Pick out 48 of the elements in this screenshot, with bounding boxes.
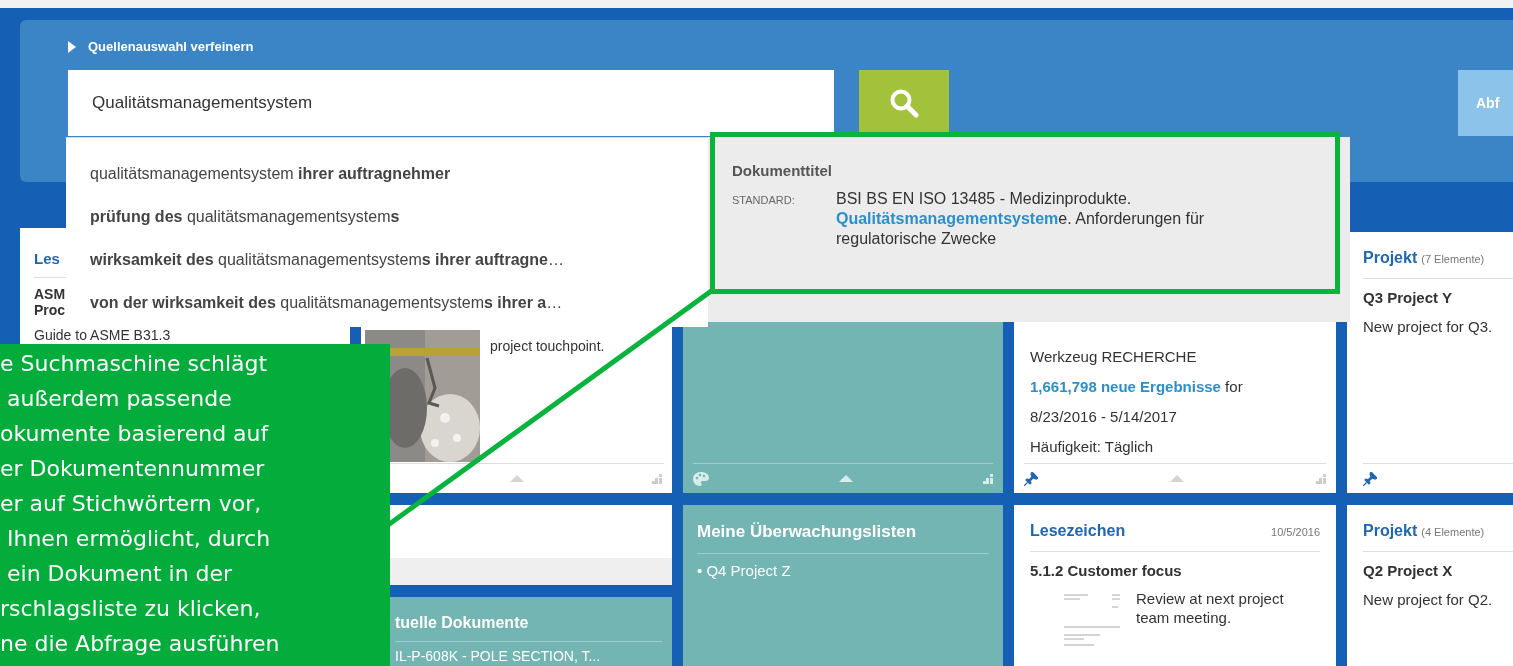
pin-icon[interactable]: [1363, 471, 1377, 486]
collapse-icon[interactable]: [839, 475, 853, 482]
collapse-icon[interactable]: [1170, 475, 1184, 482]
callout-text: okumente basierend auf: [0, 420, 270, 448]
suggestion-item[interactable]: von der wirksamkeit des qualitätsmanagementsystems ihrer a…: [90, 291, 708, 315]
resize-grip-icon[interactable]: [1316, 473, 1326, 484]
project-description: New project for Q3.: [1363, 316, 1494, 337]
suggestion-item[interactable]: prüfung des qualitätsmanagementsystems: [90, 205, 708, 229]
callout-text: e Suchmaschine schlägt: [0, 350, 269, 378]
callout-text: Ihnen ermöglicht, durch: [6, 525, 272, 553]
search-icon: [889, 88, 919, 118]
alert-tool: Werkzeug RECHERCHE: [1030, 347, 1198, 367]
pin-icon[interactable]: [1024, 471, 1038, 486]
document-type-label: STANDARD:: [732, 192, 796, 208]
suggestion-item[interactable]: qualitätsmanagementsystem ihrer auftragnehmer: [90, 162, 708, 186]
expand-triangle-icon[interactable]: [68, 41, 76, 53]
alert-results: 1,661,798 neue Ergebnisse for: [1030, 377, 1244, 397]
note-text: project touchpoint.: [490, 337, 605, 356]
callout-text: er auf Stichwörtern vor,: [0, 490, 263, 518]
refine-sources-link[interactable]: Quellenauswahl verfeinern: [88, 37, 254, 57]
collapse-icon[interactable]: [509, 475, 524, 482]
callout-text: außerdem passende: [6, 385, 233, 413]
bookmark-note: Review at next project team meeting.: [1136, 588, 1285, 628]
bookmark-date: 10/5/2016: [1271, 525, 1320, 540]
tooltip-heading: Dokumenttitel: [732, 161, 833, 181]
search-field[interactable]: Qualitätsmanagementsystem: [68, 70, 834, 136]
callout-text: rschlagsliste zu klicken,: [0, 595, 262, 623]
callout-text: ein Dokument in der: [6, 560, 234, 588]
project-description: New project for Q2.: [1363, 589, 1494, 610]
bookmark-title[interactable]: 5.1.2 Customer focus: [1030, 552, 1320, 583]
resize-grip-icon[interactable]: [983, 473, 993, 484]
callout-text: ne die Abfrage ausführen: [0, 630, 281, 658]
card-title[interactable]: Lesezeichen: [1030, 519, 1126, 543]
item-count: (7 Elemente): [1421, 253, 1485, 265]
card-title: tuelle Dokumente: [395, 611, 662, 642]
document-title[interactable]: Guide to ASME B31.3: [34, 327, 336, 342]
document-title[interactable]: BSI BS EN ISO 13485 - Medizinprodukte. Qualitätsmanagementsysteme. Anforderungen für regulatorische Zwecke: [836, 188, 1304, 249]
alert-frequency: Häufigkeit: Täglich: [1030, 437, 1155, 457]
card-title[interactable]: Projekt: [1363, 522, 1418, 539]
alert-date-range: 8/23/2016 - 5/14/2017: [1030, 407, 1178, 427]
project-name[interactable]: Q3 Project Y: [1363, 279, 1513, 310]
card-title[interactable]: Projekt: [1363, 249, 1418, 266]
resize-grip-icon[interactable]: [652, 473, 662, 484]
callout-text: er Dokumentennummer: [0, 455, 266, 483]
card-title: Meine Überwachungslisten: [697, 519, 989, 554]
palette-icon[interactable]: [693, 471, 709, 486]
item-count: (4 Elemente): [1421, 526, 1485, 538]
project-name[interactable]: Q2 Project X: [1363, 552, 1513, 583]
